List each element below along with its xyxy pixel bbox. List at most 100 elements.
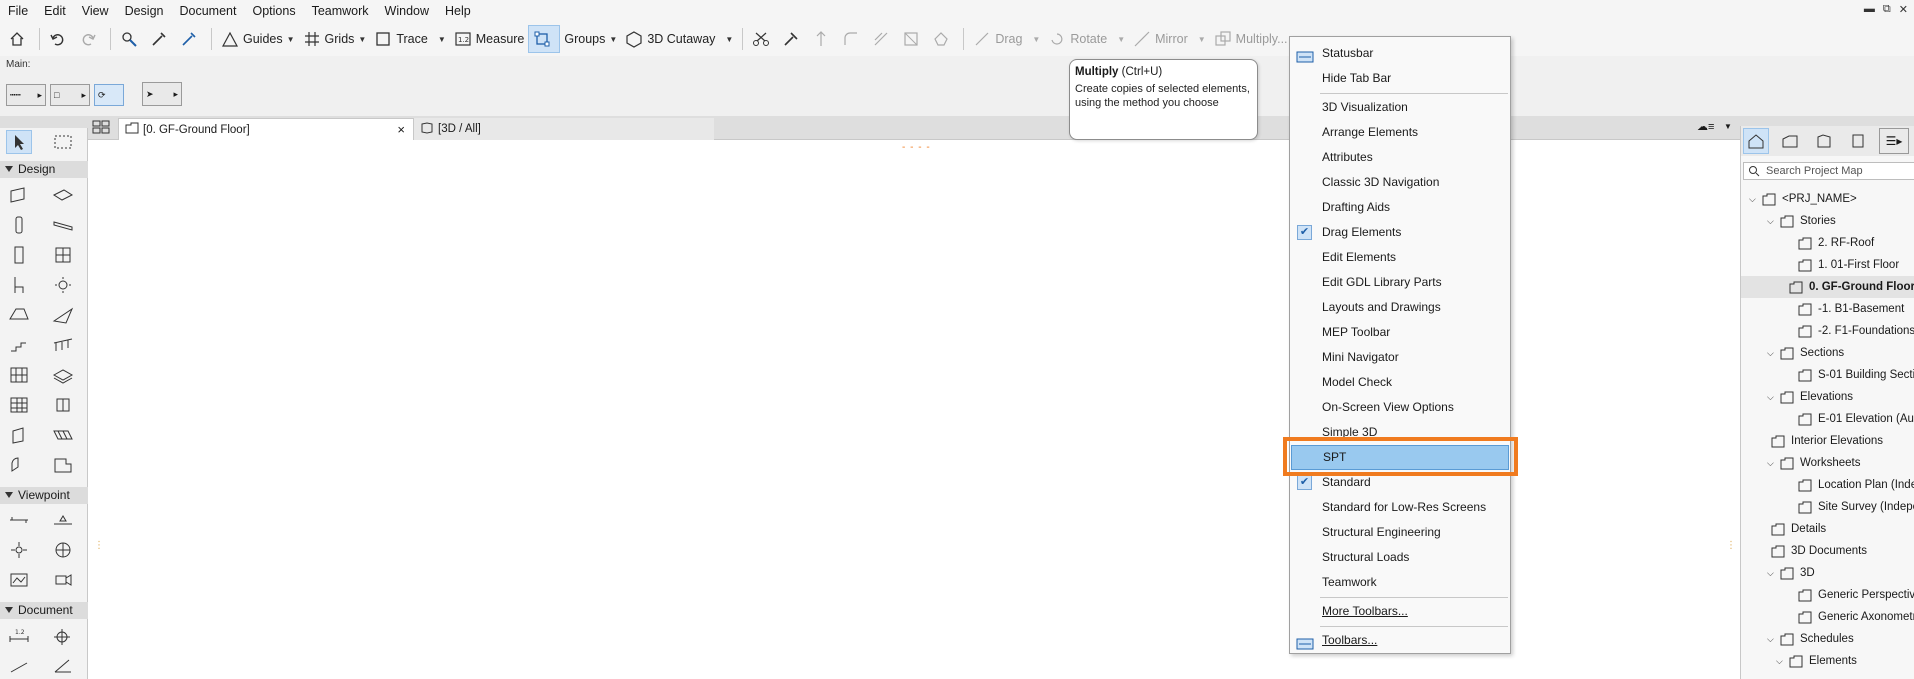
mesh-tool[interactable] [6, 393, 32, 417]
menu-item-layouts-and-drawings[interactable]: Layouts and Drawings [1291, 295, 1509, 320]
tab-menu-icon[interactable]: ☁≡ [1697, 120, 1714, 133]
dimension-tool[interactable]: 1.2 [6, 623, 32, 647]
camera-tool[interactable] [50, 568, 76, 592]
chevron-down-icon[interactable]: ▼ [609, 35, 617, 44]
project-map-item[interactable]: ⌵ Sections [1741, 342, 1844, 364]
morph-tool[interactable] [50, 393, 76, 417]
menu-item-edit-gdl-library-parts[interactable]: Edit GDL Library Parts [1291, 270, 1509, 295]
beam-tool[interactable] [50, 213, 76, 237]
cutaway-button[interactable]: 3D Cutaway ▼ [621, 25, 737, 53]
redo-button[interactable] [75, 25, 105, 53]
railing-tool[interactable] [50, 333, 76, 357]
minimize-icon[interactable]: ▬ [1864, 3, 1875, 16]
menu-edit[interactable]: Edit [36, 0, 74, 22]
palette-section-viewpoint[interactable]: Viewpoint [0, 487, 88, 504]
menu-help[interactable]: Help [437, 0, 479, 22]
tab-ground-floor[interactable]: [0. GF-Ground Floor] × [118, 118, 414, 140]
project-map-item[interactable]: ⌵ Schedules [1741, 628, 1854, 650]
menu-item-on-screen-view-options[interactable]: On-Screen View Options [1291, 395, 1509, 420]
chevron-down-icon[interactable]: ⌵ [1767, 634, 1779, 645]
chevron-down-icon[interactable]: ▼ [358, 35, 366, 44]
project-map-item[interactable]: ⌵ <PRJ_NAME> [1741, 188, 1857, 210]
project-map-item[interactable]: 1. 01-First Floor [1741, 254, 1899, 276]
menu-item-spt[interactable]: SPT [1291, 445, 1509, 470]
project-map-item[interactable]: S-01 Building Sectio [1741, 364, 1914, 386]
menu-item-3d-visualization[interactable]: 3D Visualization [1291, 95, 1509, 120]
chevron-down-icon[interactable]: ⌵ [1767, 348, 1779, 359]
project-map-item[interactable]: ⌵ Stories [1741, 210, 1836, 232]
chevron-down-icon[interactable]: ▼ [438, 35, 446, 44]
measure-button[interactable]: 1.2 Measure [450, 25, 529, 53]
chevron-down-icon[interactable]: ⌵ [1767, 568, 1779, 579]
chevron-down-icon[interactable]: ▼ [287, 35, 295, 44]
angle-dimension-tool[interactable] [50, 653, 76, 677]
undo-button[interactable] [45, 25, 75, 53]
menu-item-structural-loads[interactable]: Structural Loads [1291, 545, 1509, 570]
fillet-button[interactable] [838, 25, 868, 53]
level-dimension-tool[interactable] [50, 623, 76, 647]
window-tool[interactable] [50, 243, 76, 267]
guides-button[interactable]: Guides ▼ [217, 25, 299, 53]
project-map-item[interactable]: ⌵ 3D [1741, 562, 1815, 584]
suspend-groups-button[interactable] [528, 25, 561, 53]
menu-view[interactable]: View [74, 0, 117, 22]
mirror-button[interactable]: Mirror ▼ [1129, 25, 1210, 53]
project-map-item[interactable]: Generic Perspective [1741, 584, 1914, 606]
view-map-button[interactable] [1777, 128, 1803, 154]
trim-button[interactable] [748, 25, 778, 53]
menu-item-model-check[interactable]: Model Check [1291, 370, 1509, 395]
split-button[interactable] [928, 25, 958, 53]
menu-item-mep-toolbar[interactable]: MEP Toolbar [1291, 320, 1509, 345]
menu-options[interactable]: Options [244, 0, 303, 22]
project-map-item[interactable]: Location Plan (Inde [1741, 474, 1914, 496]
home-button[interactable] [4, 25, 34, 53]
publisher-sets-button[interactable] [1845, 128, 1871, 154]
stair-tool[interactable] [6, 333, 32, 357]
door-tool[interactable] [6, 243, 32, 267]
explode-button[interactable] [898, 25, 928, 53]
corner-window-tool[interactable] [6, 453, 32, 477]
grids-button[interactable]: Grids ▼ [299, 25, 371, 53]
project-map-item[interactable]: Details [1741, 518, 1826, 540]
menu-document[interactable]: Document [172, 0, 245, 22]
split-handle-icon[interactable]: ⋮ [94, 540, 104, 551]
wall-tool[interactable] [6, 183, 32, 207]
chevron-down-icon[interactable]: ▼ [1032, 35, 1040, 44]
groups-button[interactable]: Groups ▼ [560, 25, 621, 53]
menu-item-drag-elements[interactable]: ✔ Drag Elements [1291, 220, 1509, 245]
split-handle-icon[interactable]: ⋮ [1726, 540, 1736, 551]
project-map-search-input[interactable]: Search Project Map [1743, 162, 1914, 180]
menu-item-mini-navigator[interactable]: Mini Navigator [1291, 345, 1509, 370]
tab-overview-icon[interactable] [92, 120, 110, 137]
opening-tool[interactable] [50, 423, 76, 447]
menu-design[interactable]: Design [117, 0, 172, 22]
project-map-item[interactable]: ⌵ Elements [1741, 650, 1857, 672]
elevation-tool[interactable] [50, 508, 76, 532]
layout-book-button[interactable] [1811, 128, 1837, 154]
stair-element-tool[interactable] [50, 453, 76, 477]
magic-wand-button[interactable] [116, 25, 146, 53]
menu-item-drafting-aids[interactable]: Drafting Aids [1291, 195, 1509, 220]
layer-selector[interactable]: ┅┅ ▸ [6, 84, 46, 106]
project-map-item[interactable]: ⌵ Worksheets [1741, 452, 1861, 474]
menu-file[interactable]: File [0, 0, 36, 22]
menu-item-edit-elements[interactable]: Edit Elements [1291, 245, 1509, 270]
project-map-item[interactable]: Interior Elevations [1741, 430, 1883, 452]
chevron-down-icon[interactable]: ▼ [1117, 35, 1125, 44]
inject-button[interactable] [176, 25, 206, 53]
chevron-down-icon[interactable]: ⌵ [1767, 216, 1779, 227]
palette-section-document[interactable]: Document [0, 602, 88, 619]
project-map-item[interactable]: Site Survey (Indeper [1741, 496, 1914, 518]
radial-dimension-tool[interactable] [6, 653, 32, 677]
chevron-down-icon[interactable]: ▼ [1724, 122, 1732, 131]
tab-3d-all[interactable]: [3D / All] [414, 118, 714, 140]
chevron-down-icon[interactable]: ⌵ [1767, 392, 1779, 403]
chevron-down-icon[interactable]: ⌵ [1767, 458, 1779, 469]
menu-item-simple-3d[interactable]: Simple 3D [1291, 420, 1509, 445]
project-map-item[interactable]: Generic Axonometr [1741, 606, 1914, 628]
curtain-wall-tool[interactable] [6, 363, 32, 387]
adjust-button[interactable] [808, 25, 838, 53]
selection-method-selector[interactable]: □ ▸ [50, 84, 90, 106]
shell-tool[interactable] [50, 303, 76, 327]
menu-item-standard-for-low-res-screens[interactable]: Standard for Low-Res Screens [1291, 495, 1509, 520]
